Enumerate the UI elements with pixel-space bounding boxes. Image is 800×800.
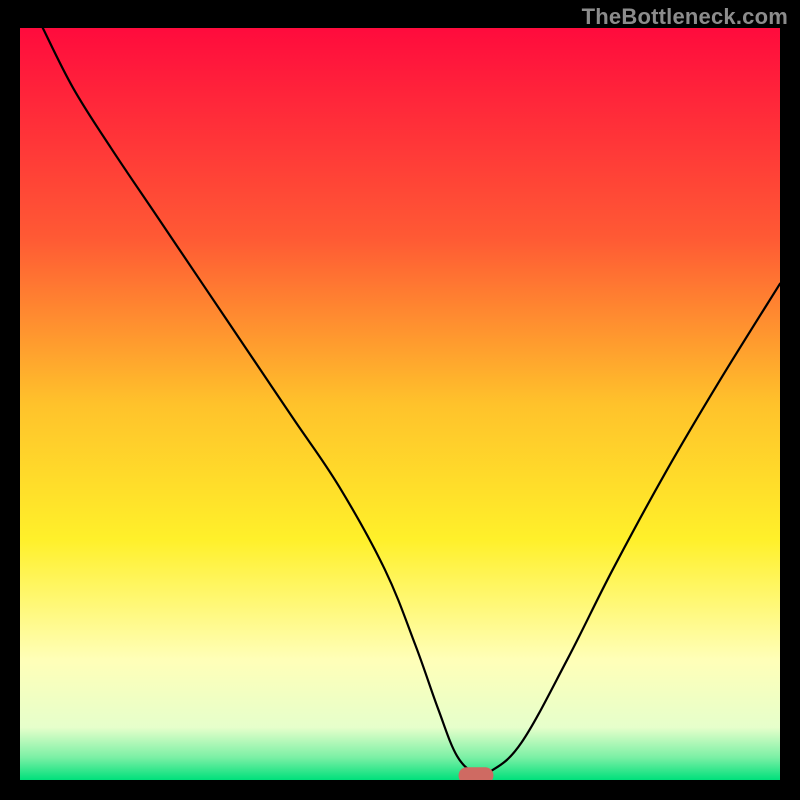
plot-background <box>20 28 780 780</box>
plot-area <box>20 28 780 780</box>
plot-svg <box>20 28 780 780</box>
optimal-point-marker <box>459 767 494 780</box>
watermark-text: TheBottleneck.com <box>582 4 788 30</box>
chart-frame: TheBottleneck.com <box>0 0 800 800</box>
